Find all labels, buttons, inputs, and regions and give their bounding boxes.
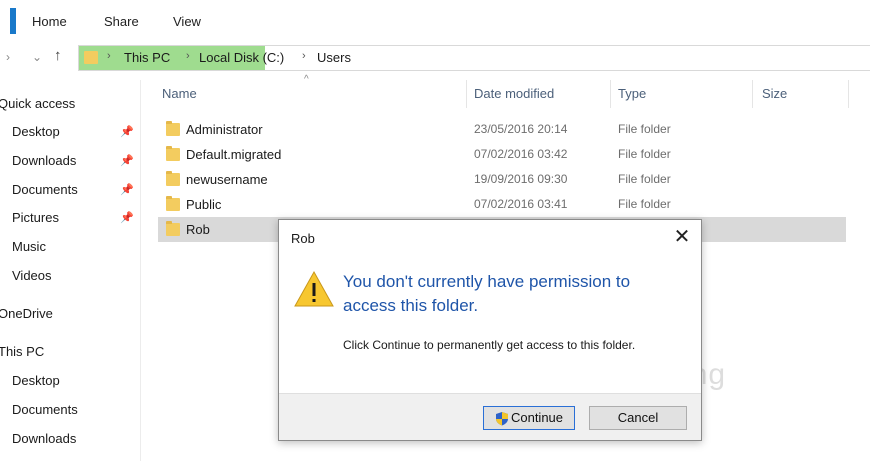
tab-share[interactable]: Share <box>104 14 139 29</box>
item-date: 19/09/2016 09:30 <box>474 172 568 186</box>
continue-button[interactable]: Continue <box>483 406 575 430</box>
up-icon[interactable]: ↑ <box>54 47 62 64</box>
folder-icon <box>166 146 180 161</box>
pin-icon: 📌 <box>120 155 134 167</box>
file-tab[interactable] <box>10 8 16 34</box>
tab-home[interactable]: Home <box>32 14 67 29</box>
folder-icon <box>166 196 180 211</box>
breadcrumb-this-pc[interactable]: This PC <box>124 50 170 65</box>
folder-icon <box>166 171 180 186</box>
item-type: File folder <box>618 197 671 211</box>
continue-label: Continue <box>510 410 564 425</box>
sidebar-item-pictures[interactable]: Pictures <box>12 210 59 225</box>
column-header-size[interactable]: Size <box>762 86 787 101</box>
item-name: Public <box>186 197 222 212</box>
list-item[interactable]: Administrator 23/05/2016 20:14 File fold… <box>158 117 846 142</box>
breadcrumb-separator: › <box>186 50 190 62</box>
sidebar-item-pc-documents[interactable]: Documents <box>12 402 78 417</box>
folder-icon <box>84 51 98 64</box>
sidebar-item-this-pc[interactable]: This PC <box>0 344 44 359</box>
sidebar-item-videos[interactable]: Videos <box>12 268 52 283</box>
warning-icon <box>294 270 334 307</box>
close-icon[interactable]: ✕ <box>669 224 695 250</box>
recent-locations-icon[interactable]: ⌄ <box>32 50 42 64</box>
sort-ascending-icon: ^ <box>304 74 309 85</box>
item-type: File folder <box>618 122 671 136</box>
item-date: 07/02/2016 03:42 <box>474 147 568 161</box>
column-header-type[interactable]: Type <box>618 86 646 101</box>
breadcrumb-separator: › <box>302 50 306 62</box>
address-bar[interactable]: › This PC › Local Disk (C:) › Users <box>78 45 870 71</box>
sidebar-item-downloads[interactable]: Downloads <box>12 153 76 168</box>
forward-icon[interactable]: › <box>6 50 10 64</box>
item-type: File folder <box>618 172 671 186</box>
sidebar-item-quick-access[interactable]: Quick access <box>0 96 75 111</box>
sidebar-item-desktop[interactable]: Desktop <box>12 124 60 139</box>
sidebar-item-music[interactable]: Music <box>12 239 46 254</box>
folder-icon <box>166 121 180 136</box>
item-date: 07/02/2016 03:41 <box>474 197 568 211</box>
list-item[interactable]: newusername 19/09/2016 09:30 File folder <box>158 167 846 192</box>
breadcrumb-separator: › <box>107 50 111 62</box>
folder-icon <box>166 221 180 236</box>
dialog-title: Rob <box>291 231 315 246</box>
sidebar-item-pc-desktop[interactable]: Desktop <box>12 373 60 388</box>
sidebar-item-documents[interactable]: Documents <box>12 182 78 197</box>
list-item[interactable]: Default.migrated 07/02/2016 03:42 File f… <box>158 142 846 167</box>
column-divider[interactable] <box>752 80 753 108</box>
column-divider[interactable] <box>610 80 611 108</box>
item-name: newusername <box>186 172 268 187</box>
column-divider[interactable] <box>466 80 467 108</box>
column-header-name[interactable]: Name <box>162 86 197 101</box>
item-type: File folder <box>618 147 671 161</box>
sidebar-item-onedrive[interactable]: OneDrive <box>0 306 53 321</box>
cancel-button[interactable]: Cancel <box>589 406 687 430</box>
uac-shield-icon <box>495 412 508 426</box>
navigation-pane: Quick access Desktop 📌 Downloads 📌 Docum… <box>0 80 140 461</box>
column-header-date-modified[interactable]: Date modified <box>474 86 554 101</box>
pin-icon: 📌 <box>120 212 134 224</box>
permission-dialog: Rob ✕ You don't currently have permissio… <box>278 219 702 441</box>
item-date: 23/05/2016 20:14 <box>474 122 568 136</box>
column-divider[interactable] <box>848 80 849 108</box>
tab-view[interactable]: View <box>173 14 201 29</box>
item-name: Administrator <box>186 122 263 137</box>
dialog-sub-message: Click Continue to permanently get access… <box>343 338 636 352</box>
pin-icon: 📌 <box>120 126 134 138</box>
dialog-main-message: You don't currently have permission to a… <box>343 272 631 315</box>
dialog-footer: Continue Cancel <box>279 393 701 440</box>
ribbon: Home Share View <box>0 0 870 40</box>
pin-icon: 📌 <box>120 184 134 196</box>
breadcrumb-users[interactable]: Users <box>317 50 351 65</box>
list-item[interactable]: Public 07/02/2016 03:41 File folder <box>158 192 846 217</box>
item-name: Rob <box>186 222 210 237</box>
sidebar-item-pc-downloads[interactable]: Downloads <box>12 431 76 446</box>
item-name: Default.migrated <box>186 147 282 162</box>
breadcrumb-local-disk[interactable]: Local Disk (C:) <box>199 50 284 65</box>
navigation-bar: › ⌄ ↑ › This PC › Local Disk (C:) › User… <box>0 42 870 72</box>
pane-divider[interactable] <box>140 80 141 461</box>
